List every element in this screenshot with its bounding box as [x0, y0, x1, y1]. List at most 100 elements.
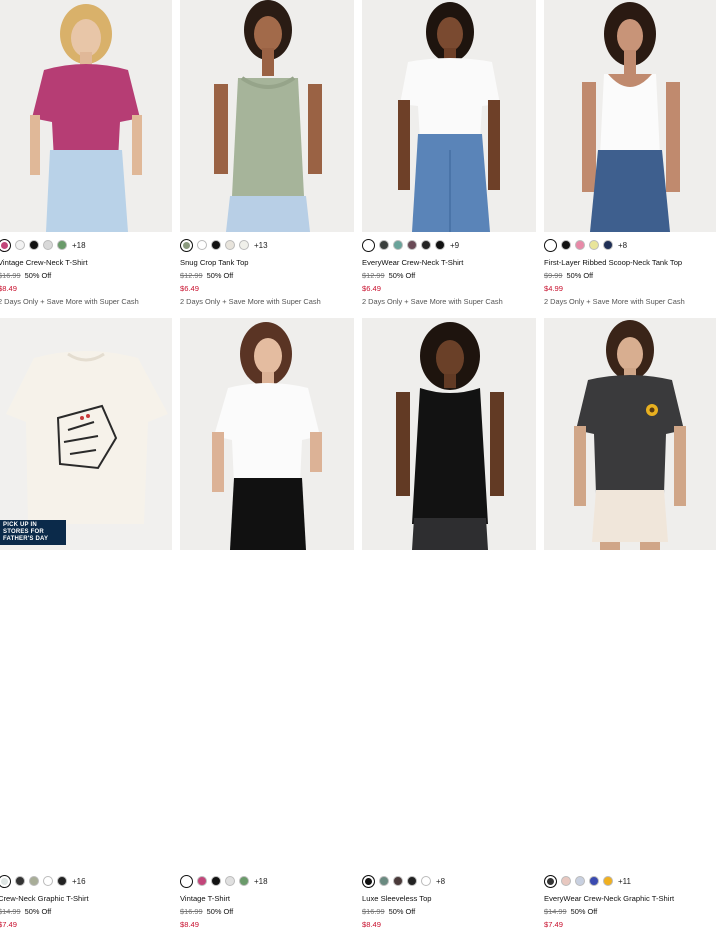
color-swatches: +8 — [544, 238, 627, 252]
color-swatch[interactable] — [544, 874, 557, 888]
original-price: $14.99 — [0, 907, 21, 916]
more-colors-count[interactable]: +11 — [618, 877, 631, 886]
product-image[interactable] — [0, 0, 172, 232]
sale-price: $7.49 — [544, 920, 564, 929]
color-swatch[interactable] — [211, 240, 221, 250]
color-swatch[interactable] — [575, 240, 585, 250]
color-swatch[interactable] — [57, 240, 67, 250]
color-swatches: +18 — [0, 238, 86, 252]
price-line: $12.99 50% Off — [180, 271, 233, 280]
color-swatch[interactable] — [603, 240, 613, 250]
color-swatch[interactable] — [0, 238, 11, 252]
color-swatch[interactable] — [239, 240, 249, 250]
color-swatch[interactable] — [180, 238, 193, 252]
color-swatch[interactable] — [393, 876, 403, 886]
color-swatch[interactable] — [575, 876, 585, 886]
color-swatch[interactable] — [197, 240, 207, 250]
color-swatch[interactable] — [57, 876, 67, 886]
product-image[interactable] — [544, 0, 716, 232]
more-colors-count[interactable]: +13 — [254, 241, 268, 250]
more-colors-count[interactable]: +18 — [254, 877, 268, 886]
color-swatch[interactable] — [561, 876, 571, 886]
product-image[interactable] — [180, 0, 354, 232]
color-swatch[interactable] — [225, 240, 235, 250]
color-swatch[interactable] — [0, 874, 11, 888]
product-name[interactable]: EveryWear Crew-Neck Graphic T-Shirt — [544, 894, 674, 903]
color-swatches: +9 — [362, 238, 459, 252]
product-name[interactable]: Crew-Neck Graphic T-Shirt — [0, 894, 89, 903]
color-swatch[interactable] — [603, 876, 613, 886]
color-swatch[interactable] — [589, 240, 599, 250]
color-swatch[interactable] — [239, 876, 249, 886]
price-line: $9.99 50% Off — [544, 271, 593, 280]
more-colors-count[interactable]: +9 — [450, 241, 459, 250]
original-price: $12.99 — [180, 271, 203, 280]
original-price: $16.99 — [362, 907, 385, 916]
product-name[interactable]: EveryWear Crew-Neck T-Shirt — [362, 258, 463, 267]
price-line: $16.99 50% Off — [362, 907, 415, 916]
price-line: $14.99 50% Off — [544, 907, 597, 916]
more-colors-count[interactable]: +8 — [618, 241, 627, 250]
product-name[interactable]: Vintage T-Shirt — [180, 894, 230, 903]
product-name[interactable]: Luxe Sleeveless Top — [362, 894, 432, 903]
color-swatch[interactable] — [197, 876, 207, 886]
color-swatch[interactable] — [362, 238, 375, 252]
color-swatches: +16 — [0, 874, 86, 888]
more-colors-count[interactable]: +18 — [72, 241, 86, 250]
sale-price: $8.49 — [0, 284, 18, 293]
color-swatch[interactable] — [211, 876, 221, 886]
original-price: $16.99 — [0, 271, 21, 280]
product-name[interactable]: First-Layer Ribbed Scoop-Neck Tank Top — [544, 258, 682, 267]
original-price: $16.99 — [180, 907, 203, 916]
discount-label: 50% Off — [388, 271, 416, 280]
product-image[interactable] — [544, 318, 716, 550]
product-name[interactable]: Snug Crop Tank Top — [180, 258, 249, 267]
pickup-badge: PICK UP IN STORES FOR FATHER'S DAY — [0, 520, 66, 545]
color-swatch[interactable] — [544, 238, 557, 252]
color-swatches: +8 — [362, 874, 445, 888]
product-image[interactable] — [362, 0, 536, 232]
discount-label: 50% Off — [206, 271, 234, 280]
color-swatches: +11 — [544, 874, 631, 888]
original-price: $9.99 — [544, 271, 563, 280]
color-swatch[interactable] — [180, 874, 193, 888]
color-swatch[interactable] — [561, 240, 571, 250]
discount-label: 50% Off — [388, 907, 416, 916]
color-swatch[interactable] — [435, 240, 445, 250]
color-swatch[interactable] — [421, 240, 431, 250]
promo-text: 2 Days Only + Save More with Super Cash — [544, 297, 685, 306]
color-swatch[interactable] — [407, 876, 417, 886]
color-swatch[interactable] — [379, 240, 389, 250]
price-line: $16.99 50% Off — [180, 907, 233, 916]
discount-label: 50% Off — [570, 907, 598, 916]
sale-price: $6.49 — [362, 284, 382, 293]
color-swatch[interactable] — [15, 240, 25, 250]
product-name[interactable]: Vintage Crew-Neck T-Shirt — [0, 258, 88, 267]
promo-text: 2 Days Only + Save More with Super Cash — [362, 297, 503, 306]
color-swatch[interactable] — [43, 876, 53, 886]
color-swatch[interactable] — [589, 876, 599, 886]
price-line: $14.99 50% Off — [0, 907, 51, 916]
color-swatch[interactable] — [225, 876, 235, 886]
color-swatch[interactable] — [43, 240, 53, 250]
promo-text: 2 Days Only + Save More with Super Cash — [0, 297, 139, 306]
color-swatch[interactable] — [29, 876, 39, 886]
product-image[interactable] — [362, 318, 536, 550]
color-swatch[interactable] — [393, 240, 403, 250]
color-swatch[interactable] — [29, 240, 39, 250]
discount-label: 50% Off — [24, 907, 52, 916]
color-swatch[interactable] — [407, 240, 417, 250]
color-swatch[interactable] — [362, 874, 375, 888]
price-line: $16.99 50% Off — [0, 271, 51, 280]
product-image[interactable]: PICK UP IN STORES FOR FATHER'S DAY — [0, 318, 172, 550]
color-swatch[interactable] — [15, 876, 25, 886]
product-image[interactable] — [180, 318, 354, 550]
color-swatches: +18 — [180, 874, 268, 888]
more-colors-count[interactable]: +16 — [72, 877, 86, 886]
more-colors-count[interactable]: +8 — [436, 877, 445, 886]
color-swatch[interactable] — [421, 876, 431, 886]
price-line: $12.99 50% Off — [362, 271, 415, 280]
color-swatch[interactable] — [379, 876, 389, 886]
promo-text: 2 Days Only + Save More with Super Cash — [180, 297, 321, 306]
original-price: $14.99 — [544, 907, 567, 916]
